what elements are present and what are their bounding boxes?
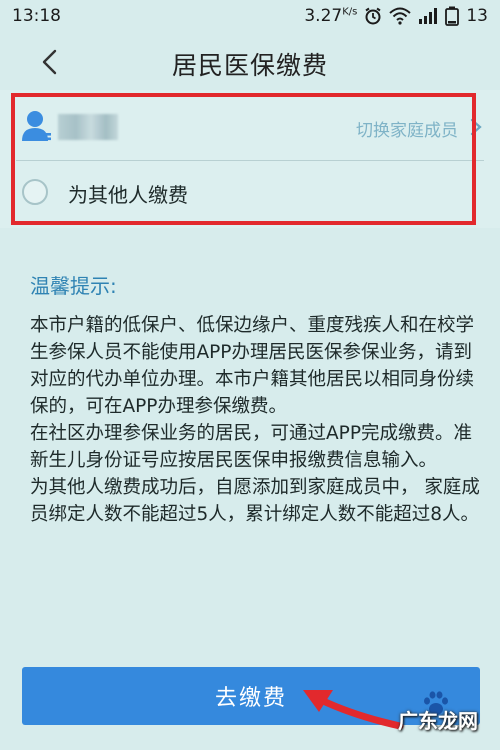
network-speed-unit: K/s — [342, 6, 358, 18]
pay-for-others-row[interactable]: 为其他人缴费 — [0, 165, 500, 221]
status-time: 13:18 — [12, 6, 61, 26]
wifi-icon — [389, 7, 412, 25]
status-icons: 3.27K/s 13 — [304, 6, 488, 26]
tips-title: 温馨提示: — [30, 274, 117, 298]
network-speed: 3.27K/s — [304, 6, 357, 26]
radio-icon[interactable] — [22, 179, 48, 205]
watermark: 广东龙网 — [398, 709, 478, 733]
family-member-row[interactable]: 切换家庭成员 — [0, 100, 500, 156]
battery-icon — [445, 6, 460, 26]
nav-bar: 居民医保缴费 — [0, 32, 500, 90]
battery-level: 13 — [466, 6, 488, 26]
member-name-redacted — [58, 114, 118, 140]
tips-body: 本市户籍的低保户、低保边缘户、重度残疾人和在校学生参保人员不能使用APP办理居民… — [30, 312, 480, 528]
page-title: 居民医保缴费 — [171, 51, 328, 80]
switch-family-member-link[interactable]: 切换家庭成员 — [356, 116, 458, 141]
signal-icon — [418, 7, 438, 25]
chevron-right-icon — [470, 118, 482, 136]
user-icon — [22, 111, 51, 141]
go-pay-label: 去缴费 — [214, 686, 287, 711]
alarm-icon — [364, 7, 382, 25]
tips-paragraph: 在社区办理参保业务的居民，可通过APP完成缴费。准新生儿身份证号应按居民医保申报… — [30, 423, 472, 471]
network-speed-value: 3.27 — [304, 6, 343, 26]
divider — [16, 160, 484, 161]
tips-paragraph: 为其他人缴费成功后，自愿添加到家庭成员中， 家庭成员绑定人数不能超过5人，累计绑… — [30, 477, 480, 525]
tips-paragraph: 本市户籍的低保户、低保边缘户、重度残疾人和在校学生参保人员不能使用APP办理居民… — [30, 315, 475, 417]
status-bar: 13:18 3.27K/s 13 — [0, 0, 500, 32]
pay-for-others-label: 为其他人缴费 — [68, 183, 188, 207]
